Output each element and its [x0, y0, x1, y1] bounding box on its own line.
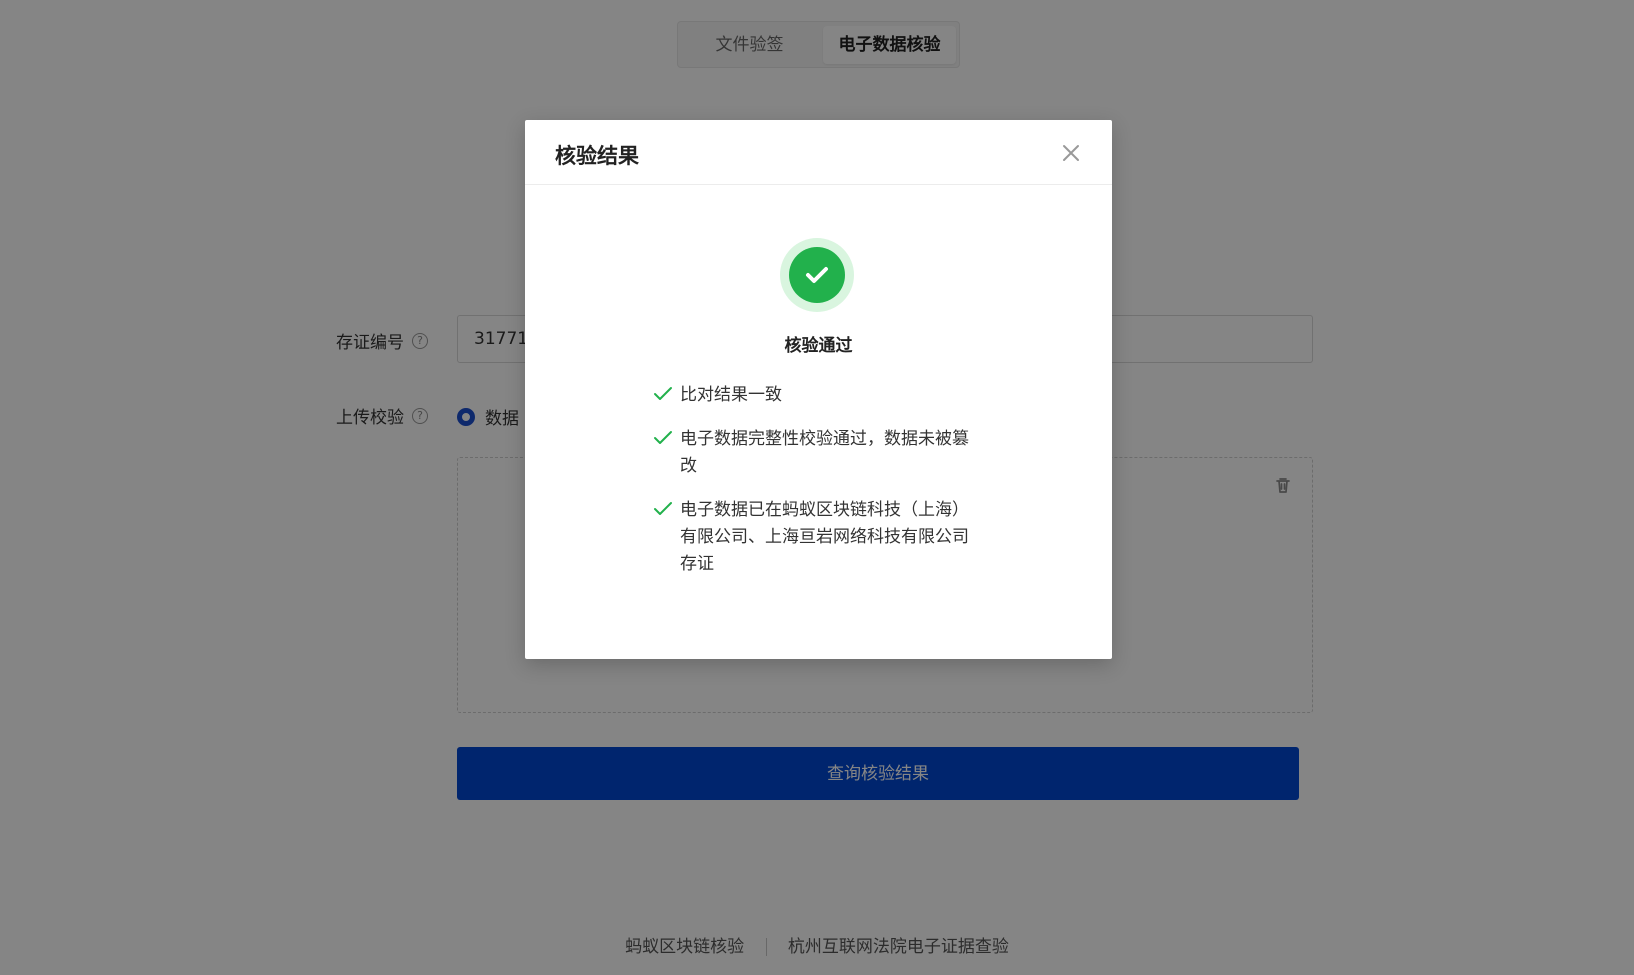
result-item-3: 电子数据已在蚂蚁区块链科技（上海）有限公司、上海亘岩网络科技有限公司存证 — [653, 497, 983, 578]
result-item-1: 比对结果一致 — [653, 382, 983, 409]
check-icon — [654, 387, 672, 400]
check-icon — [806, 267, 828, 283]
result-text-2: 电子数据完整性校验通过，数据未被篡改 — [680, 429, 969, 476]
verification-status: 核验通过 — [784, 336, 853, 356]
result-item-2: 电子数据完整性校验通过，数据未被篡改 — [653, 426, 983, 480]
modal-header: 核验结果 — [525, 120, 1112, 185]
close-icon[interactable] — [1060, 142, 1082, 164]
result-text-1: 比对结果一致 — [680, 385, 782, 405]
check-circle-icon — [789, 247, 845, 303]
check-icon — [654, 431, 672, 444]
check-icon — [654, 502, 672, 515]
modal-title: 核验结果 — [555, 144, 639, 168]
result-text-3: 电子数据已在蚂蚁区块链科技（上海）有限公司、上海亘岩网络科技有限公司存证 — [680, 500, 969, 574]
verification-result-list: 比对结果一致 电子数据完整性校验通过，数据未被篡改 电子数据已在蚂蚁区块链科技（… — [653, 382, 983, 595]
verification-result-modal: 核验结果 核验通过 比对结果一致 电子数据完整性校验通过，数据未被篡改 电子数据… — [525, 120, 1112, 659]
success-status-icon — [780, 238, 854, 312]
